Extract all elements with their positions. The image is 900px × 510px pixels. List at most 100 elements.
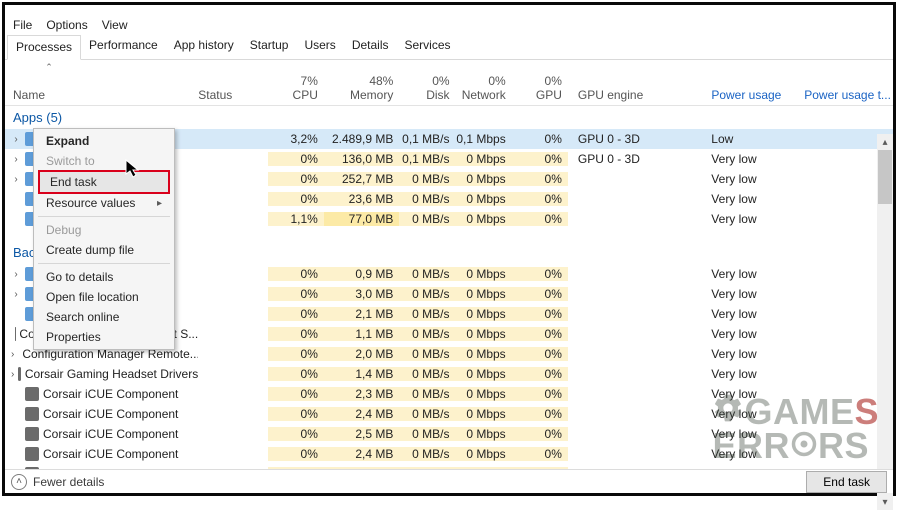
fewer-details-button[interactable]: ˄ Fewer details [11,474,104,490]
cell-gpu: 0% [512,347,568,361]
cell-network: 0 Mbps [456,152,512,166]
cell-memory: 2.489,9 MB [324,132,399,146]
app-icon [25,447,39,461]
scroll-up-icon[interactable]: ▴ [877,134,893,150]
col-disk[interactable]: 0%Disk [399,74,455,102]
col-power-usage-trend[interactable]: Power usage t... [796,88,893,102]
process-name: Corsair iCUE Component [43,387,178,401]
tab-processes[interactable]: Processes [7,35,81,60]
cell-power-usage: Very low [703,172,796,186]
cell-disk: 0 MB/s [399,447,455,461]
app-icon [18,367,20,381]
scroll-down-icon[interactable]: ▾ [877,494,893,510]
menu-file[interactable]: File [13,18,32,32]
cell-gpu: 0% [512,407,568,421]
cell-network: 0 Mbps [456,267,512,281]
cell-memory: 3,0 MB [324,287,399,301]
col-memory[interactable]: 48%Memory [324,74,399,102]
cell-power-usage: Very low [703,287,796,301]
menu-view[interactable]: View [102,18,128,32]
fewer-details-label: Fewer details [33,475,104,489]
app-icon [25,427,39,441]
cell-gpu: 0% [512,267,568,281]
col-cpu[interactable]: 7%CPU [268,74,324,102]
expand-icon[interactable]: › [11,289,21,300]
cell-cpu: 0% [268,367,324,381]
vertical-scrollbar[interactable]: ▴ ▾ [877,134,893,510]
tab-services[interactable]: Services [397,34,459,59]
table-row[interactable]: ›Corsair Gaming Headset Drivers0%1,4 MB0… [5,364,893,384]
cell-disk: 0 MB/s [399,172,455,186]
tab-details[interactable]: Details [344,34,397,59]
table-row[interactable]: Corsair iCUE Component0%2,5 MB0 MB/s0 Mb… [5,424,893,444]
cell-memory: 2,4 MB [324,407,399,421]
cell-cpu: 0% [268,387,324,401]
cell-memory: 136,0 MB [324,152,399,166]
cell-memory: 1,1 MB [324,327,399,341]
cell-disk: 0 MB/s [399,367,455,381]
menu-options[interactable]: Options [46,18,87,32]
cell-cpu: 0% [268,287,324,301]
ctx-end-task[interactable]: End task [40,172,168,192]
tab-bar: Processes Performance App history Startu… [5,34,893,60]
tab-performance[interactable]: Performance [81,34,166,59]
cell-power-usage: Very low [703,347,796,361]
col-gpu-engine[interactable]: GPU engine [568,88,703,102]
cell-cpu: 0% [268,327,324,341]
cell-gpu: 0% [512,152,568,166]
cell-memory: 2,0 MB [324,347,399,361]
cell-cpu: 3,2% [268,132,324,146]
expand-icon[interactable]: › [11,349,14,360]
expand-icon[interactable]: › [11,369,14,380]
ctx-open-file-location[interactable]: Open file location [36,287,172,307]
cell-cpu: 0% [268,267,324,281]
scroll-thumb[interactable] [878,150,892,204]
tab-users[interactable]: Users [296,34,343,59]
ctx-go-to-details[interactable]: Go to details [36,267,172,287]
process-name: Corsair iCUE Component [43,427,178,441]
cell-cpu: 1,1% [268,212,324,226]
table-row[interactable]: Corsair iCUE Component0%2,4 MB0 MB/s0 Mb… [5,444,893,464]
col-network[interactable]: 0%Network [456,74,512,102]
col-name[interactable]: Name [5,88,198,102]
group-apps[interactable]: Apps (5) [5,106,893,129]
tab-app-history[interactable]: App history [166,34,242,59]
app-icon [25,387,39,401]
col-power-usage[interactable]: Power usage [703,88,796,102]
cell-gpu: 0% [512,192,568,206]
ctx-expand[interactable]: Expand [36,131,172,151]
cell-power-usage: Very low [703,407,796,421]
ctx-separator [38,216,170,217]
expand-icon[interactable]: › [11,134,21,145]
table-row[interactable]: Corsair iCUE Component0%2,3 MB0 MB/s0 Mb… [5,384,893,404]
expand-icon[interactable]: › [11,154,21,165]
cell-network: 0 Mbps [456,387,512,401]
column-header-row: Name Status 7%CPU 48%Memory 0%Disk 0%Net… [5,72,893,106]
table-row[interactable]: Corsair iCUE Component0%2,4 MB0 MB/s0 Mb… [5,404,893,424]
cell-disk: 0 MB/s [399,347,455,361]
expand-icon[interactable]: › [11,174,21,185]
ctx-create-dump[interactable]: Create dump file [36,240,172,260]
end-task-button[interactable]: End task [806,471,887,493]
col-status[interactable]: Status [198,88,267,102]
cell-power-usage: Very low [703,387,796,401]
cell-gpu: 0% [512,387,568,401]
cell-network: 0 Mbps [456,347,512,361]
ctx-properties[interactable]: Properties [36,327,172,347]
cell-cpu: 0% [268,347,324,361]
cell-cpu: 0% [268,307,324,321]
cell-cpu: 0% [268,407,324,421]
menu-bar: File Options View [5,15,893,34]
col-gpu[interactable]: 0%GPU [512,74,568,102]
cell-power-usage: Very low [703,267,796,281]
chevron-up-icon: ˄ [11,474,27,490]
ctx-resource-values[interactable]: Resource values▸ [36,193,172,213]
process-name: Corsair iCUE Component [43,407,178,421]
cell-disk: 0 MB/s [399,287,455,301]
cell-cpu: 0% [268,152,324,166]
ctx-search-online[interactable]: Search online [36,307,172,327]
cell-memory: 0,9 MB [324,267,399,281]
tab-startup[interactable]: Startup [242,34,297,59]
expand-icon[interactable]: › [11,269,21,280]
cell-memory: 252,7 MB [324,172,399,186]
